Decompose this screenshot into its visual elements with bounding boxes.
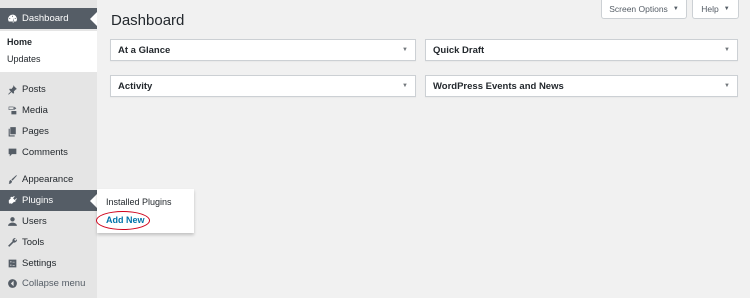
paintbrush-icon bbox=[6, 174, 18, 186]
sidebar-item-posts[interactable]: Posts bbox=[0, 79, 97, 100]
pushpin-icon bbox=[6, 84, 18, 96]
collapse-icon bbox=[6, 278, 18, 290]
media-icon bbox=[6, 105, 18, 117]
sidebar-item-label: Dashboard bbox=[22, 13, 69, 24]
plugins-flyout-submenu: Installed Plugins Add New bbox=[97, 189, 194, 233]
widget-title: Activity bbox=[118, 80, 153, 92]
sidebar-item-label: Posts bbox=[22, 84, 46, 95]
current-menu-arrow bbox=[90, 11, 97, 26]
flyout-item-add-new[interactable]: Add New bbox=[106, 215, 145, 225]
flyout-arrow bbox=[90, 193, 97, 208]
toggle-arrow-icon[interactable]: ▼ bbox=[402, 47, 408, 53]
sidebar-item-appearance[interactable]: Appearance bbox=[0, 169, 97, 190]
sidebar-item-label: Comments bbox=[22, 147, 68, 158]
sidebar-item-label: Plugins bbox=[22, 195, 54, 206]
submenu-item-home[interactable]: Home bbox=[7, 37, 32, 47]
sidebar-item-comments[interactable]: Comments bbox=[0, 142, 97, 163]
sidebar-item-pages[interactable]: Pages bbox=[0, 121, 97, 142]
widget-activity[interactable]: Activity ▼ bbox=[110, 75, 416, 97]
sidebar-item-label: Collapse menu bbox=[22, 278, 86, 289]
caret-down-icon: ▼ bbox=[672, 6, 679, 12]
sidebar-item-label: Pages bbox=[22, 126, 49, 137]
sidebar-item-label: Users bbox=[22, 216, 47, 227]
toggle-arrow-icon[interactable]: ▼ bbox=[724, 47, 730, 53]
pages-icon bbox=[6, 126, 18, 138]
submenu-item-updates[interactable]: Updates bbox=[7, 54, 41, 64]
dashboard-submenu: Home Updates bbox=[0, 31, 97, 72]
sidebar-item-plugins[interactable]: Plugins bbox=[0, 190, 97, 211]
sidebar-item-label: Appearance bbox=[22, 174, 74, 185]
toggle-arrow-icon[interactable]: ▼ bbox=[402, 83, 408, 89]
page-title: Dashboard bbox=[111, 12, 185, 29]
plugins-icon bbox=[6, 195, 18, 207]
settings-icon bbox=[6, 258, 18, 270]
sidebar-item-settings[interactable]: Settings bbox=[0, 253, 97, 274]
help-button[interactable]: Help ▼ bbox=[692, 0, 739, 19]
flyout-item-installed-plugins[interactable]: Installed Plugins bbox=[106, 197, 172, 207]
toggle-arrow-icon[interactable]: ▼ bbox=[724, 83, 730, 89]
collapse-menu-button[interactable]: Collapse menu bbox=[0, 273, 97, 294]
sidebar-item-users[interactable]: Users bbox=[0, 211, 97, 232]
widget-events-and-news[interactable]: WordPress Events and News ▼ bbox=[425, 75, 738, 97]
help-label: Help bbox=[701, 4, 719, 14]
widget-at-a-glance[interactable]: At a Glance ▼ bbox=[110, 39, 416, 61]
comments-icon bbox=[6, 147, 18, 159]
users-icon bbox=[6, 216, 18, 228]
screen-options-button[interactable]: Screen Options ▼ bbox=[601, 0, 687, 19]
widget-title: At a Glance bbox=[118, 44, 171, 56]
sidebar-item-label: Tools bbox=[22, 237, 45, 248]
wrench-icon bbox=[6, 237, 18, 249]
caret-down-icon: ▼ bbox=[723, 6, 730, 12]
sidebar-item-dashboard[interactable]: Dashboard bbox=[0, 8, 97, 29]
dashboard-icon bbox=[6, 13, 18, 25]
admin-sidebar: Dashboard Home Updates Posts Media Pages… bbox=[0, 0, 97, 298]
screen-options-label: Screen Options bbox=[609, 4, 668, 14]
sidebar-item-media[interactable]: Media bbox=[0, 100, 97, 121]
widget-quick-draft[interactable]: Quick Draft ▼ bbox=[425, 39, 738, 61]
widget-title: WordPress Events and News bbox=[433, 80, 564, 92]
sidebar-item-tools[interactable]: Tools bbox=[0, 232, 97, 253]
sidebar-item-label: Settings bbox=[22, 258, 57, 269]
sidebar-item-label: Media bbox=[22, 105, 48, 116]
widget-title: Quick Draft bbox=[433, 44, 485, 56]
